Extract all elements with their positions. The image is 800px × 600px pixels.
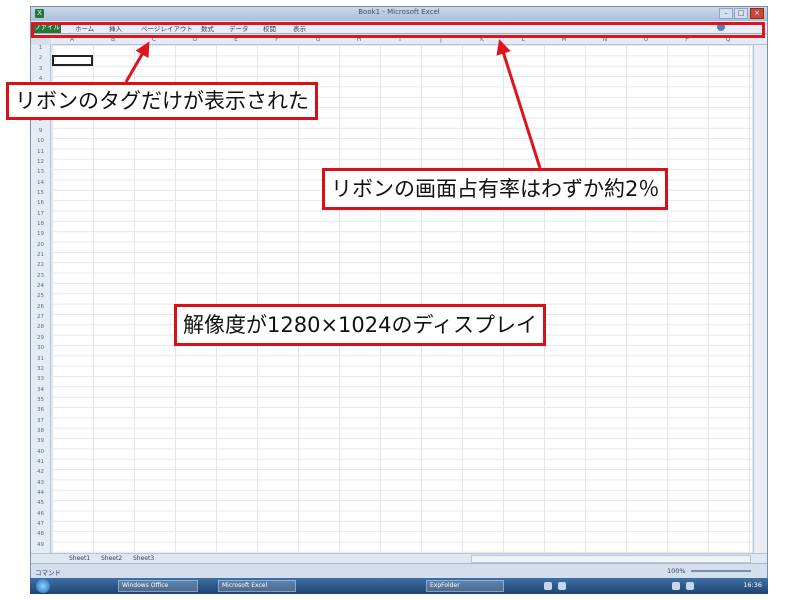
row-header[interactable]: 25 [31,293,50,299]
row-header[interactable]: 41 [31,459,50,465]
row-header[interactable]: 15 [31,190,50,196]
start-button-icon[interactable] [36,579,50,593]
status-bar: コマンド 100% [31,563,767,578]
row-header[interactable]: 27 [31,314,50,320]
row-header[interactable]: 12 [31,159,50,165]
row-header[interactable]: 28 [31,324,50,330]
callout-display-resolution: 解像度が1280×1024のディスプレイ [174,304,547,346]
zoom-slider[interactable] [691,570,751,572]
row-header[interactable]: 42 [31,469,50,475]
window-title: Book1 - Microsoft Excel [358,8,440,16]
row-headers: 1234567891011121314151617181920212223242… [31,45,51,553]
row-header[interactable]: 31 [31,356,50,362]
vertical-scrollbar[interactable] [753,45,767,553]
row-header[interactable]: 39 [31,438,50,444]
windows-taskbar: Windows Office Microsoft Excel ExpFolder… [30,578,768,594]
row-header[interactable]: 14 [31,180,50,186]
row-header[interactable]: 29 [31,335,50,341]
close-button[interactable]: × [750,8,764,19]
row-header[interactable]: 22 [31,262,50,268]
row-header[interactable]: 33 [31,376,50,382]
horizontal-scrollbar[interactable] [471,555,751,563]
row-header[interactable]: 21 [31,252,50,258]
row-header[interactable]: 38 [31,428,50,434]
row-header[interactable]: 3 [31,66,50,72]
row-header[interactable]: 20 [31,242,50,248]
callout-ribbon-tags: リボンのタグだけが表示された [6,82,318,120]
row-header[interactable]: 2 [31,55,50,61]
row-header[interactable]: 13 [31,169,50,175]
row-header[interactable]: 48 [31,531,50,537]
tray-icon[interactable] [558,582,566,590]
taskbar-clock[interactable]: 16:36 [743,581,762,589]
row-header[interactable]: 16 [31,200,50,206]
row-header[interactable]: 32 [31,366,50,372]
row-header[interactable]: 45 [31,500,50,506]
row-header[interactable]: 46 [31,511,50,517]
row-header[interactable]: 9 [31,128,50,134]
row-header[interactable]: 43 [31,480,50,486]
row-header[interactable]: 36 [31,407,50,413]
taskbar-button-folder[interactable]: ExpFolder [426,580,504,592]
row-header[interactable]: 10 [31,138,50,144]
title-bar: X Book1 - Microsoft Excel – □ × [31,7,767,21]
row-header[interactable]: 1 [31,45,50,51]
row-header[interactable]: 11 [31,149,50,155]
row-header[interactable]: 34 [31,387,50,393]
minimize-button[interactable]: – [719,8,733,19]
sheet-tab-2[interactable]: Sheet2 [101,555,122,562]
callout-ribbon-ratio: リボンの画面占有率はわずか約2％ [322,168,669,210]
ribbon-highlight-box [31,22,765,38]
row-header[interactable]: 35 [31,397,50,403]
zoom-level[interactable]: 100% [667,567,686,575]
tray-icon[interactable] [686,582,694,590]
screenshot-frame: X Book1 - Microsoft Excel – □ × ファイル ホーム… [0,0,800,600]
row-header[interactable]: 19 [31,231,50,237]
sheet-tab-1[interactable]: Sheet1 [69,555,90,562]
taskbar-button-excel[interactable]: Microsoft Excel [218,580,296,592]
row-header[interactable]: 44 [31,490,50,496]
row-header[interactable]: 47 [31,521,50,527]
row-header[interactable]: 49 [31,542,50,548]
status-mode: コマンド [35,569,61,577]
sheet-tab-bar: Sheet1 Sheet2 Sheet3 [31,553,767,563]
maximize-button[interactable]: □ [734,8,748,19]
tray-icon[interactable] [672,582,680,590]
cell-grid[interactable] [52,45,752,553]
row-header[interactable]: 26 [31,304,50,310]
row-header[interactable]: 18 [31,221,50,227]
taskbar-button-office[interactable]: Windows Office [118,580,198,592]
row-header[interactable]: 30 [31,345,50,351]
sheet-tab-3[interactable]: Sheet3 [133,555,154,562]
tray-icon[interactable] [544,582,552,590]
row-header[interactable]: 24 [31,283,50,289]
row-header[interactable]: 17 [31,211,50,217]
row-header[interactable]: 23 [31,273,50,279]
row-header[interactable]: 40 [31,449,50,455]
row-header[interactable]: 37 [31,418,50,424]
active-cell-a1[interactable] [52,55,93,66]
